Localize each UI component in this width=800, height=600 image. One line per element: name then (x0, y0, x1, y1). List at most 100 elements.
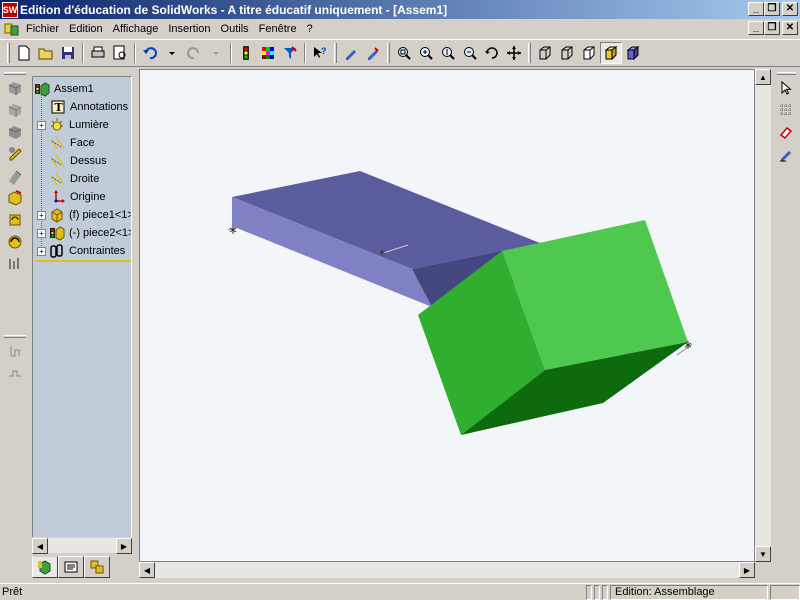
hidden-lines-icon[interactable] (556, 42, 578, 64)
restore-button[interactable]: ❐ (764, 2, 780, 16)
tree-item-plane-top[interactable]: Dessus (38, 152, 107, 170)
menu-outils[interactable]: Outils (216, 23, 254, 35)
smart-fasteners-icon[interactable] (3, 231, 27, 253)
tree-item-plane-right[interactable]: Droite (38, 170, 99, 188)
tree-item-origin[interactable]: Origine (38, 188, 105, 206)
color-grid-icon[interactable] (257, 42, 279, 64)
right-toolbar-grip[interactable] (777, 72, 796, 75)
scroll-left-icon[interactable]: ◀ (32, 538, 48, 554)
vertical-scrollbar[interactable]: ▲ ▼ (755, 69, 771, 562)
rollback-bar[interactable] (35, 260, 131, 262)
move-component-icon[interactable] (3, 187, 27, 209)
scroll-up-icon[interactable]: ▲ (755, 69, 771, 85)
assembly-document-icon[interactable] (3, 21, 21, 37)
toolbar-grip[interactable] (7, 43, 10, 63)
rotate-component-icon[interactable] (3, 209, 27, 231)
left-toolbar-grip[interactable] (4, 72, 26, 75)
rotate-view-icon[interactable] (481, 42, 503, 64)
menu-affichage[interactable]: Affichage (108, 23, 164, 35)
expand-toggle[interactable]: + (37, 120, 46, 130)
grid-icon[interactable] (774, 99, 798, 121)
hidden-removed-icon[interactable] (578, 42, 600, 64)
scroll-down-icon[interactable]: ▼ (755, 546, 771, 562)
doc-restore-button[interactable]: ❐ (764, 21, 780, 35)
undo-icon[interactable] (139, 42, 161, 64)
status-mode: Edition: Assemblage (610, 584, 768, 600)
sketch-pencil-icon[interactable] (774, 143, 798, 165)
shaded-icon[interactable] (600, 42, 622, 64)
feature-manager-tab-icon (38, 560, 51, 575)
menu-bar: Fichier Edition Affichage Insertion Outi… (0, 19, 800, 38)
plane-icon (50, 153, 66, 169)
configuration-manager-tab[interactable] (84, 556, 110, 578)
tree-item-root[interactable]: Assem1 (34, 80, 94, 98)
scroll-right-icon[interactable]: ▶ (116, 538, 132, 554)
redo-dropdown-icon[interactable] (205, 42, 227, 64)
property-manager-tab[interactable] (58, 556, 84, 578)
filter-icon[interactable] (279, 42, 301, 64)
3d-scene[interactable] (140, 70, 755, 562)
sketch-pencil-icon[interactable] (340, 42, 362, 64)
title-bar: SW Edition d'éducation de SolidWorks - A… (0, 0, 800, 19)
menu-fichier[interactable]: Fichier (21, 23, 64, 35)
doc-close-button[interactable]: ✕ (782, 21, 798, 35)
zoom-selection-icon[interactable] (459, 42, 481, 64)
expand-toggle[interactable]: + (37, 228, 46, 238)
exploded-view-icon[interactable] (3, 253, 27, 275)
tree-item-label: Face (70, 137, 95, 149)
menu-help[interactable]: ? (302, 23, 318, 35)
undo-dropdown-icon[interactable] (161, 42, 183, 64)
tree-root-label: Assem1 (54, 83, 94, 95)
scroll-left-icon[interactable]: ◀ (139, 562, 155, 578)
print-icon[interactable] (87, 42, 109, 64)
open-icon[interactable] (35, 42, 57, 64)
tree-item-plane-face[interactable]: Face (38, 134, 94, 152)
tree-item-piece1[interactable]: + (f) piece1<1> (37, 206, 131, 224)
menu-fenetre[interactable]: Fenêtre (254, 23, 302, 35)
expand-toggle[interactable]: + (37, 210, 46, 220)
pan-icon[interactable] (503, 42, 525, 64)
tree-item-label: Origine (70, 191, 106, 203)
edit-component-icon[interactable] (3, 143, 27, 165)
tree-item-label: Lumière (69, 119, 109, 131)
print-preview-icon[interactable] (109, 42, 131, 64)
graphics-area[interactable] (139, 69, 755, 562)
menu-insertion[interactable]: Insertion (163, 23, 215, 35)
tree-item-piece2[interactable]: + (-) piece2<1> (37, 224, 131, 242)
zoom-area-icon[interactable] (415, 42, 437, 64)
horizontal-scrollbar[interactable]: ◀ ▶ (139, 562, 755, 578)
tree-item-annotations[interactable]: T Annotations (38, 98, 128, 116)
wireframe-icon[interactable] (534, 42, 556, 64)
help-pointer-icon[interactable]: ? (309, 42, 331, 64)
change-suppression-icon[interactable] (3, 121, 27, 143)
profile-tools-icon[interactable] (3, 362, 27, 384)
close-button[interactable]: ✕ (782, 2, 798, 16)
menu-edition[interactable]: Edition (64, 23, 108, 35)
shaded-edges-icon[interactable] (622, 42, 644, 64)
right-sketch-toolbar (773, 70, 800, 580)
mate-icon[interactable] (3, 165, 27, 187)
tree-item-lighting[interactable]: + Lumière (37, 116, 109, 134)
save-icon[interactable] (57, 42, 79, 64)
scroll-right-icon[interactable]: ▶ (739, 562, 755, 578)
new-icon[interactable] (13, 42, 35, 64)
zoom-in-out-icon[interactable] (437, 42, 459, 64)
tree-item-label: Dessus (70, 155, 107, 167)
expand-toggle[interactable]: + (37, 246, 46, 256)
tree-item-mates[interactable]: + Contraintes (37, 242, 125, 260)
eraser-icon[interactable] (774, 121, 798, 143)
smart-mate-icon[interactable] (362, 42, 384, 64)
select-pointer-icon[interactable] (774, 77, 798, 99)
traffic-light-icon[interactable] (235, 42, 257, 64)
tree-horizontal-scrollbar[interactable]: ◀ ▶ (32, 537, 132, 554)
redo-icon[interactable] (183, 42, 205, 64)
insert-component-icon[interactable] (3, 77, 27, 99)
zoom-fit-icon[interactable] (393, 42, 415, 64)
doc-minimize-button[interactable]: _ (748, 21, 764, 35)
minimize-button[interactable]: _ (748, 2, 764, 16)
hide-show-component-icon[interactable] (3, 99, 27, 121)
manager-tabs (32, 556, 132, 578)
feature-manager-tab[interactable] (32, 556, 58, 578)
left-toolbar-grip-2[interactable] (4, 335, 26, 338)
sketch-tools-icon[interactable] (3, 340, 27, 362)
